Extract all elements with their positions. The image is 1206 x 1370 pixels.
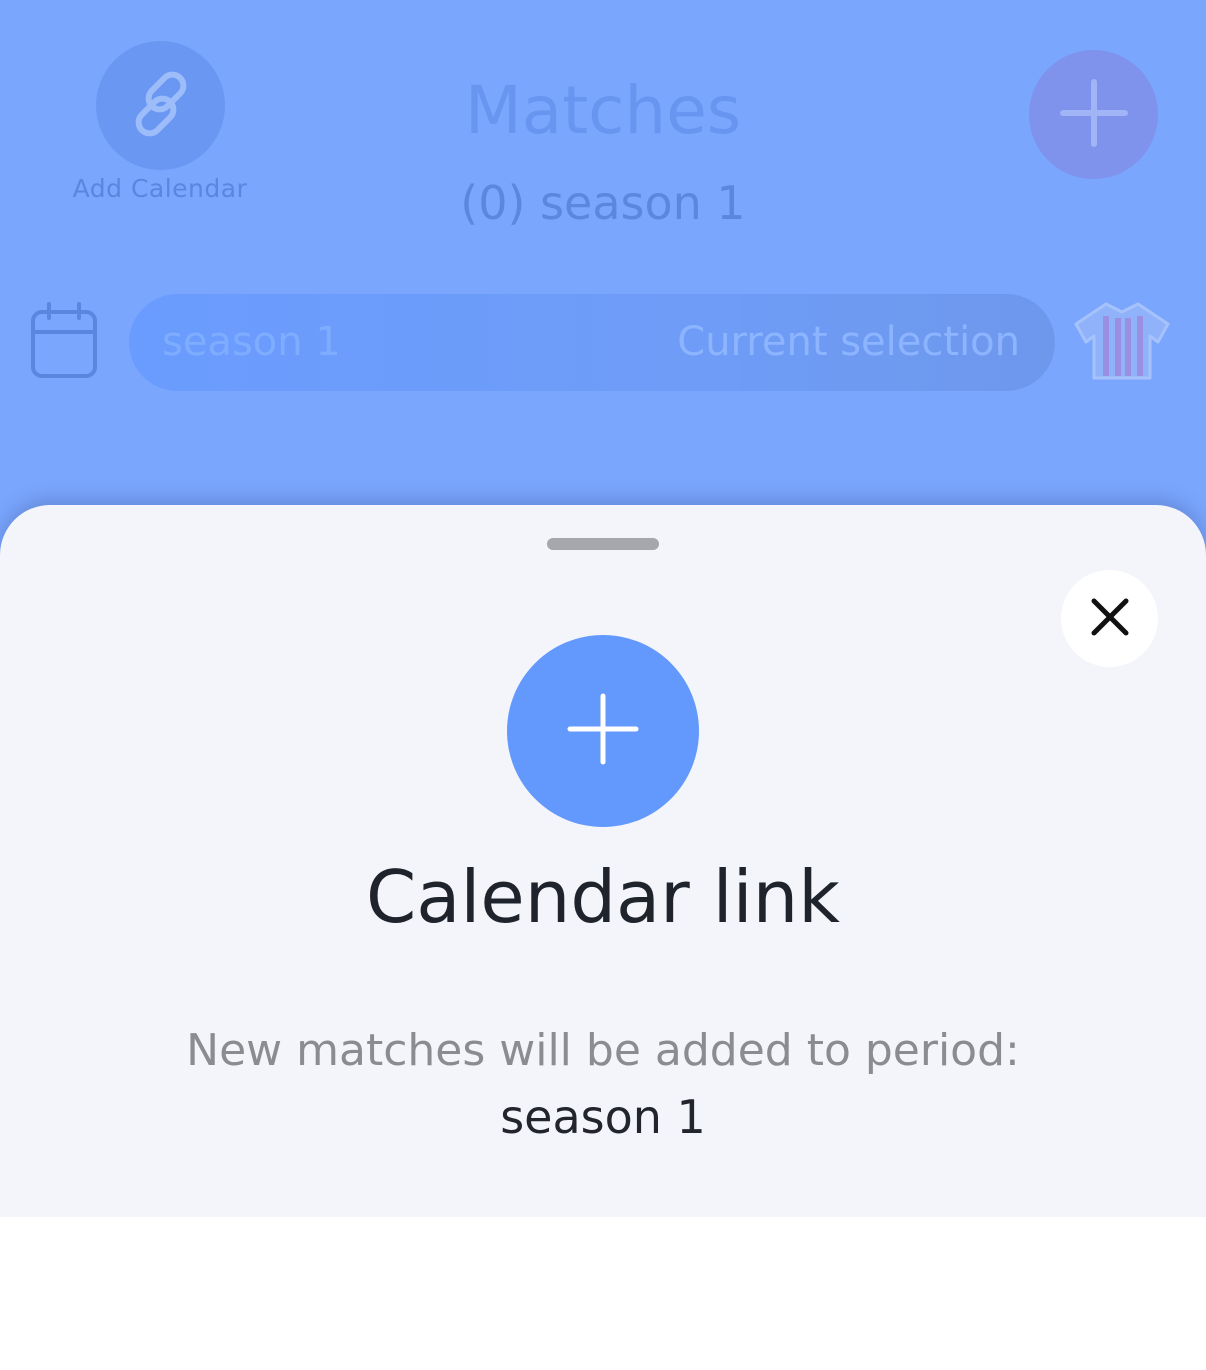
calendar-link-sheet: Calendar link New matches will be added … [0, 505, 1206, 1217]
sheet-grabber[interactable] [547, 538, 659, 550]
add-calendar-link-button[interactable] [507, 635, 699, 827]
sheet-description: New matches will be added to period: [186, 1025, 1020, 1076]
plus-icon [1059, 78, 1129, 152]
footer-area [0, 1217, 1206, 1370]
sheet-period: season 1 [500, 1090, 706, 1144]
screen: Add Calendar Matches (0) season 1 season… [0, 0, 1206, 1370]
period-selector-value: season 1 [162, 319, 341, 365]
page-subtitle: (0) season 1 [460, 176, 746, 230]
period-selector[interactable]: season 1 Current selection [129, 294, 1055, 391]
sheet-title: Calendar link [366, 855, 840, 939]
calendar-icon[interactable] [30, 302, 98, 384]
shirt-icon[interactable] [1072, 300, 1172, 384]
close-button[interactable] [1061, 570, 1158, 667]
page-title: Matches [464, 72, 742, 149]
period-selector-hint: Current selection [677, 319, 1020, 365]
close-icon [1090, 597, 1130, 641]
add-match-button[interactable] [1029, 50, 1158, 179]
matches-header: Add Calendar Matches (0) season 1 season… [0, 0, 1206, 560]
plus-icon [567, 693, 639, 769]
